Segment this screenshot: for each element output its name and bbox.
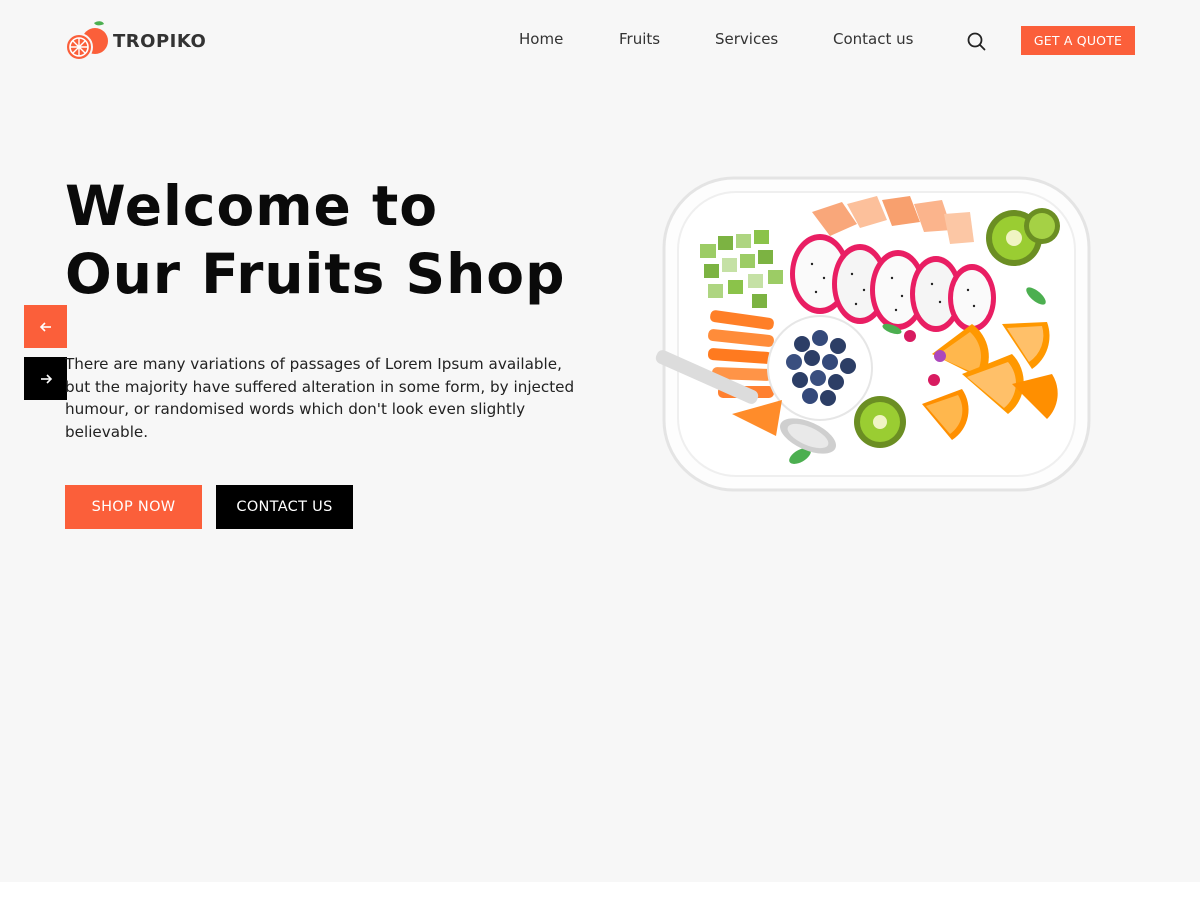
search-icon[interactable] — [965, 30, 987, 52]
fruit-platter-image — [652, 174, 1097, 494]
page-bottom-strip — [0, 882, 1200, 900]
hero-title-line-2: Our Fruits Shop — [65, 242, 566, 306]
slider-prev-button[interactable] — [24, 305, 67, 348]
arrow-left-icon — [39, 321, 51, 332]
site-header: TROPIKO Home Fruits Services Contact us … — [0, 0, 1200, 82]
nav-item-home[interactable]: Home — [519, 30, 563, 48]
nav-item-fruits[interactable]: Fruits — [619, 30, 660, 48]
slider-next-button[interactable] — [24, 357, 67, 400]
hero-title-line-1: Welcome to — [65, 174, 439, 238]
arrow-right-icon — [40, 373, 52, 384]
brand-name: TROPIKO — [113, 30, 207, 52]
logo[interactable]: TROPIKO — [64, 19, 206, 63]
hero-title: Welcome to Our Fruits Shop — [65, 172, 565, 308]
orange-slice-icon — [64, 19, 110, 63]
shop-now-button[interactable]: SHOP NOW — [65, 485, 202, 529]
nav-item-contact-us[interactable]: Contact us — [833, 30, 913, 48]
get-a-quote-button[interactable]: GET A QUOTE — [1021, 26, 1135, 55]
hero-description: There are many variations of passages of… — [65, 355, 575, 441]
nav-item-services[interactable]: Services — [715, 30, 778, 48]
contact-us-button[interactable]: CONTACT US — [216, 485, 353, 529]
